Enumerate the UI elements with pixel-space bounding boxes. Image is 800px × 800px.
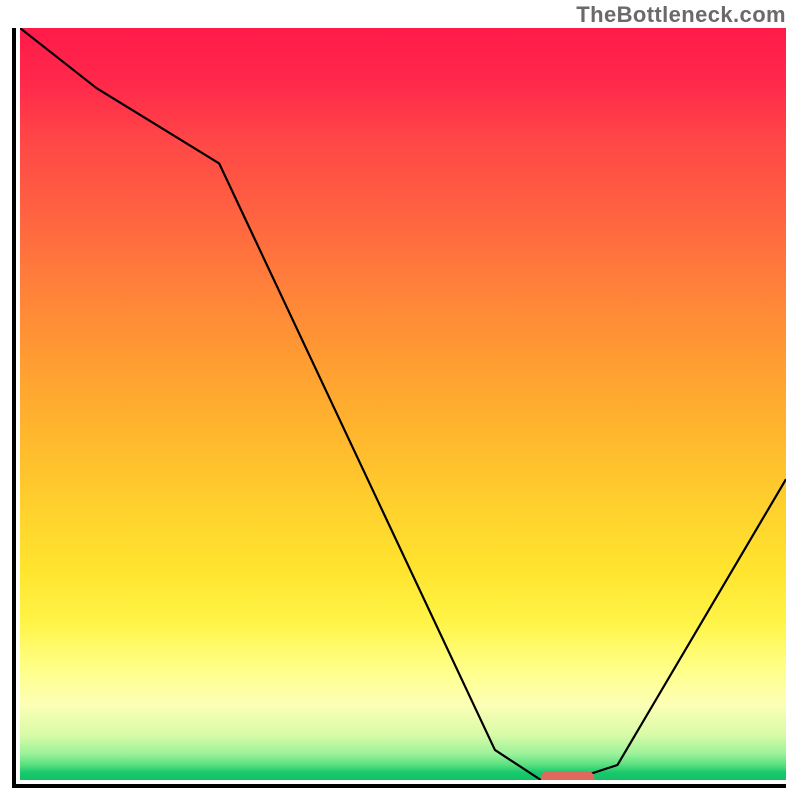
attribution-label: TheBottleneck.com — [576, 2, 786, 28]
bottleneck-curve — [20, 28, 786, 780]
optimal-range-marker — [541, 772, 595, 780]
chart-area — [12, 28, 786, 788]
